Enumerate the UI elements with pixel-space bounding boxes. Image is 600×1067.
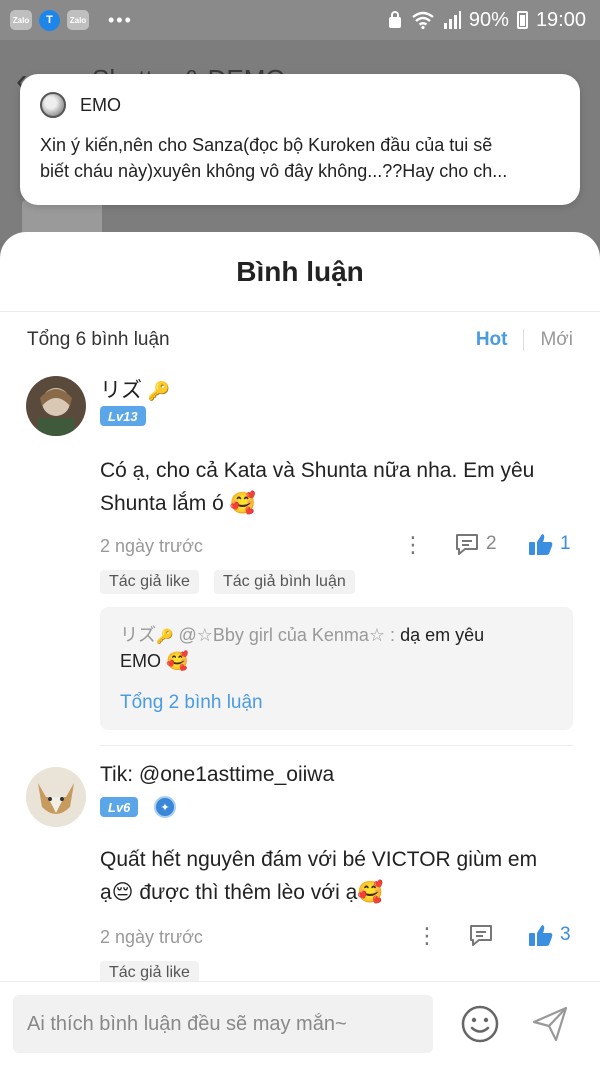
zalo-notification-icon-2: Zalo [67,10,89,30]
comment-meta: 2 ngày trước ⋮ 3 [100,923,580,953]
signal-icon [443,11,461,29]
comment-text: Quất hết nguyên đám với bé VICTOR giùm e… [100,843,580,909]
comment-time: 2 ngày trước [100,927,203,947]
author-like-tag: Tác giả like [100,570,199,594]
comment-username[interactable]: Tik: @one1asttime_oiiwa [100,763,334,787]
key-charm-icon: 🔑 [147,381,171,401]
reply-text-b: EMO 🥰 [120,651,189,671]
comment-meta: 2 ngày trước ⋮ 2 1 [100,532,580,562]
avatar-image [26,767,86,827]
notification-card[interactable]: EMO Xin ý kiến,nên cho Sanza(đọc bộ Kuro… [20,74,580,205]
view-replies-link[interactable]: Tổng 2 bình luận [120,692,553,714]
sort-tabs: Hot Mới [476,329,573,351]
comment-text-line-1: Quất hết nguyên đám với bé VICTOR giùm e… [100,848,538,871]
avatar[interactable] [26,376,86,436]
like-button[interactable]: 1 [528,532,571,556]
like-button[interactable]: 3 [528,923,571,947]
thumbs-up-icon [529,925,553,946]
send-icon [532,1006,568,1042]
reply-author: リズ [120,625,156,645]
comments-summary: Tổng 6 bình luận Hot Mới [0,312,600,368]
wifi-icon [412,11,434,29]
comment-time: 2 ngày trước [100,536,203,556]
reply-mention: @☆Bby girl của Kenma☆ : [173,625,401,645]
reply-button[interactable]: 2 [454,532,497,556]
send-button[interactable] [530,1004,570,1044]
sort-new-tab[interactable]: Mới [524,329,573,351]
battery-icon [516,11,528,29]
alarm-lock-icon [388,11,401,28]
sheet-title: Bình luận [0,232,600,312]
comment-username[interactable]: リズ 🔑 [100,374,170,404]
background-thumbnail [22,200,102,236]
avatar[interactable] [26,767,86,827]
key-charm-icon-small: 🔑 [156,628,174,644]
more-options-icon[interactable]: ⋮ [402,532,424,558]
level-badge: Lv6 [100,797,139,817]
like-count: 1 [560,533,571,554]
reply-text-a: dạ em yêu [400,625,485,645]
comment-text-line-2: ạ😔 được thì thêm lèo với ạ🥰 [100,881,384,904]
comment-input[interactable] [13,995,433,1053]
level-badge: Lv13 [100,406,146,426]
verified-badge-icon: ✦ [154,796,176,818]
notification-sender: EMO [80,94,122,115]
t-app-notification-icon: T [39,9,60,31]
comment-divider [100,745,573,746]
more-options-icon[interactable]: ⋮ [416,923,438,949]
clock: 19:00 [535,8,586,31]
status-bar: Zalo T Zalo ••• 90% 19:00 [0,0,600,40]
comment-icon [470,925,492,946]
notification-line-2: biết cháu này)xuyên không vô đây không..… [40,161,508,181]
author-comment-tag: Tác giả bình luận [214,570,355,594]
battery-percent: 90% [468,8,509,31]
comment-input-bar [0,981,600,1067]
comments-sheet: Bình luận Tổng 6 bình luận Hot Mới リズ 🔑 … [0,232,600,1067]
zalo-notification-icon: Zalo [10,10,32,30]
reply-button[interactable] [468,923,494,947]
emoji-button[interactable] [460,1004,500,1044]
total-comments: Tổng 6 bình luận [27,329,170,350]
like-count: 3 [560,924,571,945]
comment-text-line-2: Shunta lắm ó 🥰 [100,492,256,515]
comment-text-line-1: Có ạ, cho cả Kata và Shunta nữa nha. Em … [100,459,535,482]
notification-message: Xin ý kiến,nên cho Sanza(đọc bộ Kuroken … [40,132,560,184]
avatar-image [26,376,86,436]
reply-count: 2 [486,533,497,554]
emoji-icon [461,1005,499,1043]
reply-preview[interactable]: リズ🔑 @☆Bby girl của Kenma☆ : dạ em yêu EMO… [100,607,573,730]
sort-hot-tab[interactable]: Hot [476,329,525,351]
thumbs-up-icon [529,534,553,555]
notification-avatar [40,92,66,118]
comment-text: Có ạ, cho cả Kata và Shunta nữa nha. Em … [100,454,580,520]
comment-icon [456,534,478,555]
notification-line-1: Xin ý kiến,nên cho Sanza(đọc bộ Kuroken … [40,135,493,155]
username-text: リズ [100,379,142,402]
reply-preview-text: リズ🔑 @☆Bby girl của Kenma☆ : dạ em yêu EMO… [120,623,553,674]
more-notifications-icon: ••• [108,9,133,30]
